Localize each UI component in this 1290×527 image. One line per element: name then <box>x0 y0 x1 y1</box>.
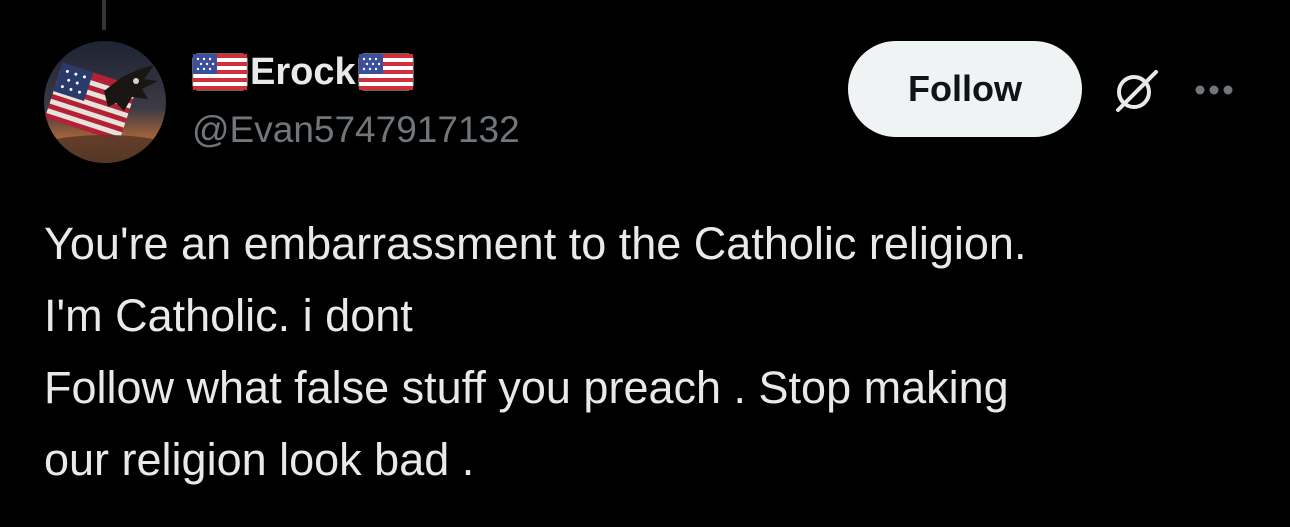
author-name-row[interactable]: Erock <box>192 49 414 95</box>
grok-icon[interactable] <box>1108 62 1164 118</box>
tweet-text: You're an embarrassment to the Catholic … <box>44 208 1264 496</box>
tweet-text-line: our religion look bad . <box>44 434 475 485</box>
thread-connector-line <box>102 0 106 30</box>
tweet-text-line: You're an embarrassment to the Catholic … <box>44 218 1027 269</box>
avatar[interactable] <box>44 41 166 163</box>
american-flag-eagle-avatar-image <box>44 41 166 163</box>
author-handle[interactable]: @Evan5747917132 <box>192 107 520 153</box>
follow-button[interactable]: Follow <box>848 41 1082 137</box>
us-flag-emoji <box>358 53 414 91</box>
tweet-text-line: Follow what false stuff you preach . Sto… <box>44 362 1009 413</box>
us-flag-emoji <box>192 53 248 91</box>
author-display-name[interactable]: Erock <box>250 49 356 95</box>
more-options-icon[interactable] <box>1190 72 1250 108</box>
tweet-text-line: I'm Catholic. i dont <box>44 290 413 341</box>
